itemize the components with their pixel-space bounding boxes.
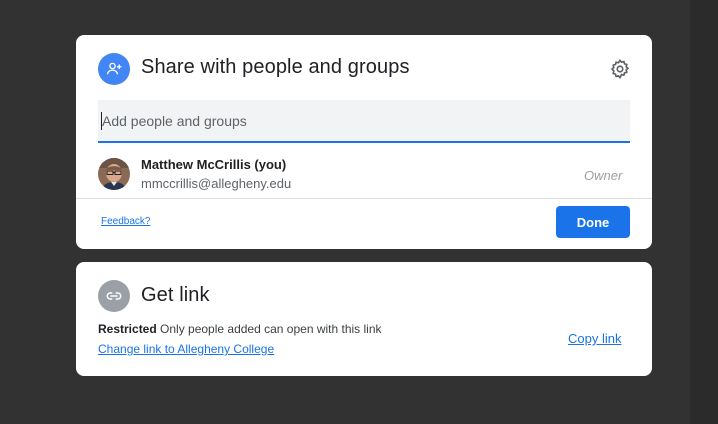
link-icon (98, 280, 130, 312)
text-caret (101, 112, 102, 130)
share-dialog: Share with people and groups Matthew McC… (76, 35, 652, 249)
gear-icon[interactable] (608, 57, 632, 81)
access-description: Restricted Only people added can open wi… (98, 322, 382, 336)
add-people-field[interactable] (98, 100, 630, 143)
add-people-input[interactable] (98, 100, 630, 141)
person-add-icon (98, 53, 130, 85)
done-button[interactable]: Done (556, 206, 630, 238)
user-name: Matthew McCrillis (you) (141, 157, 287, 172)
restricted-label: Restricted (98, 322, 157, 336)
change-link-button[interactable]: Change link to Allegheny College (98, 342, 274, 356)
copy-link-button[interactable]: Copy link (568, 331, 621, 346)
get-link-dialog: Get link Restricted Only people added ca… (76, 262, 652, 376)
feedback-link[interactable]: Feedback? (101, 216, 150, 227)
restricted-description: Only people added can open with this lin… (160, 322, 382, 336)
owner-role-label: Owner (584, 168, 623, 183)
share-title: Share with people and groups (141, 56, 410, 78)
avatar (98, 158, 130, 190)
get-link-title: Get link (141, 284, 210, 306)
background-edge (690, 0, 718, 424)
user-email: mmccrillis@allegheny.edu (141, 176, 292, 191)
divider (76, 198, 652, 199)
